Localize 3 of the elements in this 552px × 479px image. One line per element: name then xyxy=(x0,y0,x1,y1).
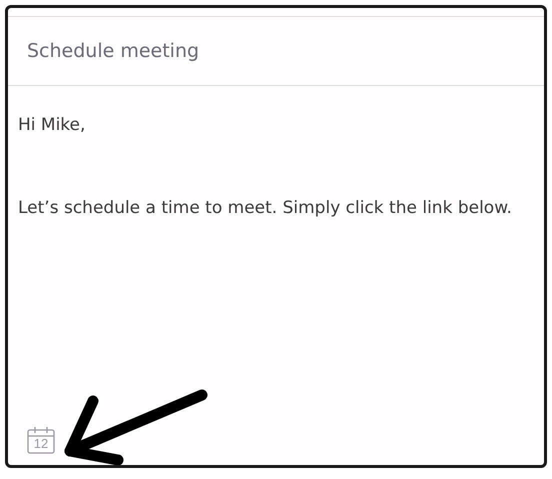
body-text: Let’s schedule a time to meet. Simply click the link below. xyxy=(18,197,513,220)
subject-field[interactable]: Schedule meeting xyxy=(8,17,544,86)
body-text: Hi Mike, xyxy=(18,114,86,137)
